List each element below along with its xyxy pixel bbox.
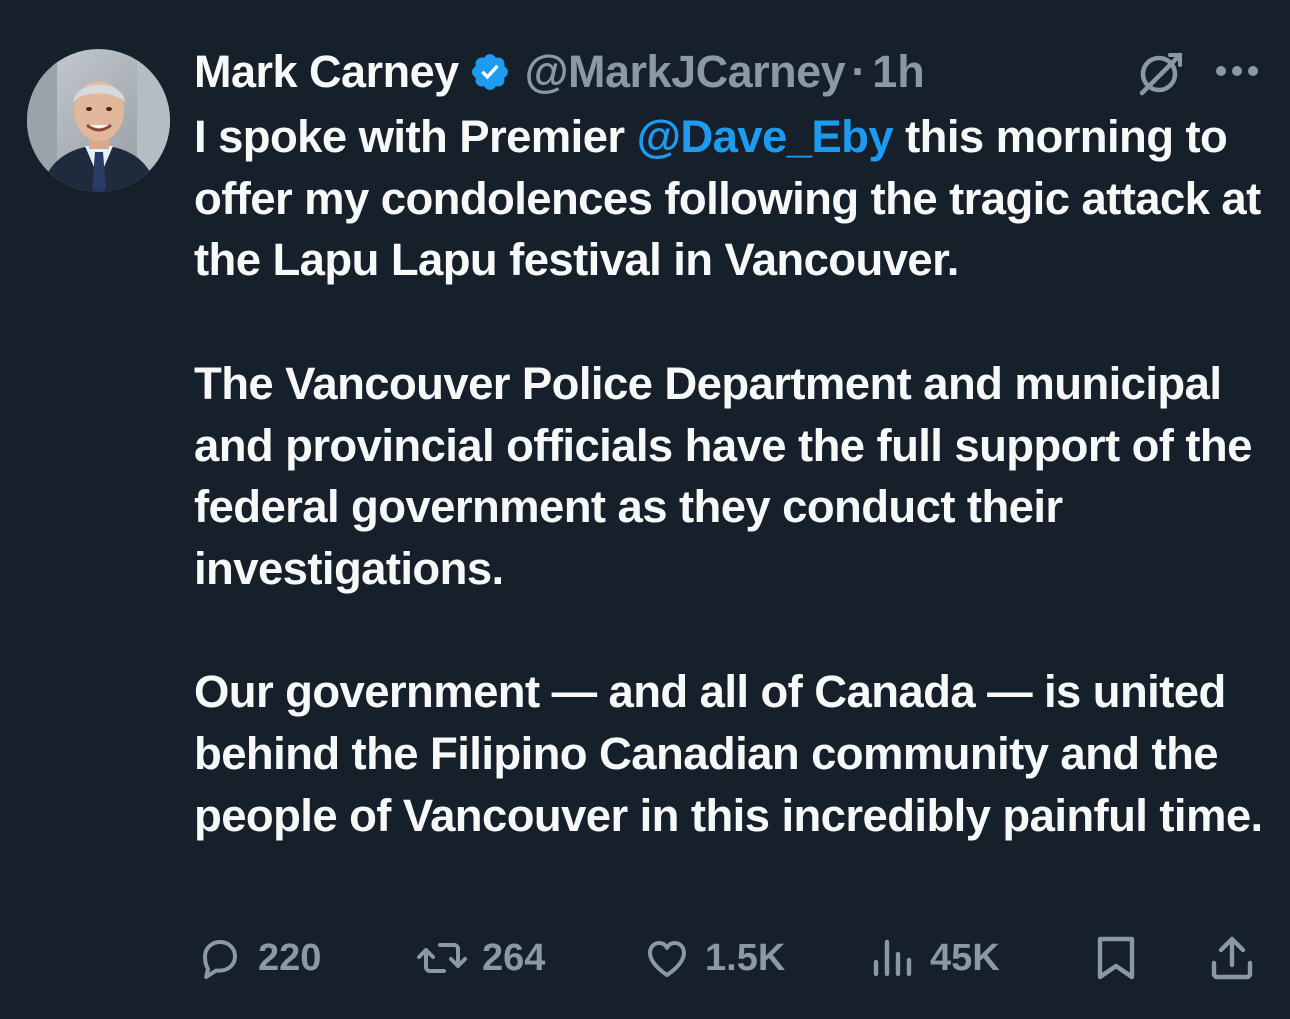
repost-button[interactable]: 264	[416, 925, 545, 991]
reply-count: 220	[258, 936, 322, 979]
more-icon[interactable]	[1212, 55, 1262, 87]
tweet-header: Mark Carney @MarkJCarney · 1h	[194, 40, 925, 104]
like-count: 1.5K	[705, 936, 786, 979]
bookmark-icon	[1097, 936, 1135, 980]
header-separator: ·	[851, 46, 867, 97]
tweet-paragraph-3: Our government — and all of Canada — is …	[194, 666, 1263, 841]
share-button[interactable]	[1208, 925, 1256, 991]
author-handle[interactable]: @MarkJCarney	[525, 46, 846, 98]
mention-link[interactable]: @Dave_Eby	[637, 111, 894, 162]
share-icon	[1211, 936, 1253, 980]
tweet-paragraph-2: The Vancouver Police Department and muni…	[194, 357, 1252, 594]
views-button[interactable]: 45K	[870, 925, 1000, 991]
verified-badge-icon[interactable]	[469, 51, 511, 93]
tweet[interactable]: Mark Carney @MarkJCarney · 1h I spoke wi…	[0, 0, 1290, 1019]
reply-icon	[203, 940, 237, 979]
heart-icon	[648, 941, 686, 977]
repost-count: 264	[482, 936, 546, 979]
reply-button[interactable]: 220	[196, 925, 321, 991]
tweet-paragraph-1: I spoke with Premier @Dave_Eby this morn…	[194, 106, 1274, 291]
repost-icon	[417, 943, 467, 973]
bookmark-button[interactable]	[1094, 925, 1138, 991]
like-button[interactable]: 1.5K	[643, 925, 785, 991]
tweet-text-segment: I spoke with Premier	[194, 111, 637, 162]
views-icon	[873, 939, 912, 977]
grok-icon[interactable]	[1134, 47, 1186, 99]
tweet-actions: 220 264 1.5K 45K	[0, 925, 1290, 991]
tweet-text: I spoke with Premier @Dave_Eby this morn…	[194, 106, 1274, 846]
author-display-name[interactable]: Mark Carney	[194, 46, 459, 98]
avatar[interactable]	[27, 49, 170, 192]
timestamp[interactable]: 1h	[872, 46, 925, 98]
views-count: 45K	[930, 936, 1000, 979]
